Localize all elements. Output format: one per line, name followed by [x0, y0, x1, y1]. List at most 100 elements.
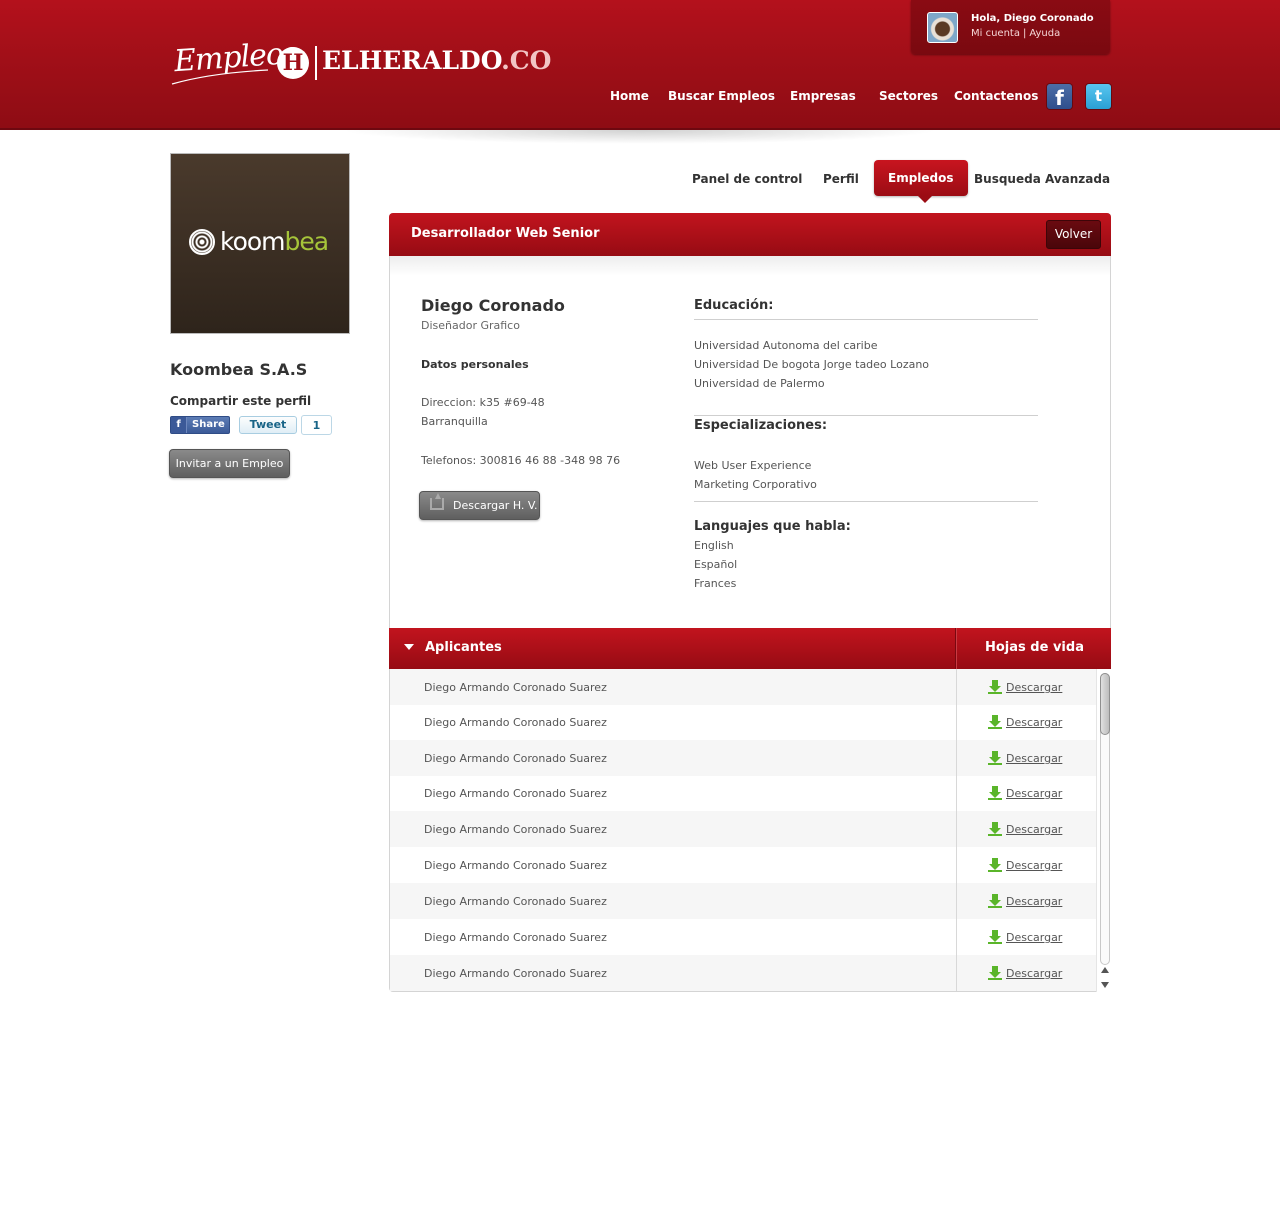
job-panel: Desarrollador Web Senior Volver Diego Co…	[389, 213, 1111, 992]
facebook-icon[interactable]: f	[1047, 84, 1072, 110]
logo-name-main: ELHERALDO	[322, 46, 502, 75]
table-row: Diego Armando Coronado Suarez Descargar	[390, 704, 1096, 740]
candidate-role: Diseñador Grafico	[421, 319, 520, 332]
panel-header-shadow	[390, 256, 1110, 276]
table-row: Diego Armando Coronado Suarez Descargar	[390, 669, 1096, 705]
column-divider	[956, 811, 957, 847]
site-header: Empleos H ELHERALDO.CO Hola, Diego Coron…	[0, 0, 1280, 130]
download-cv-label: Descargar H. V.	[453, 499, 538, 512]
download-bar	[988, 978, 1002, 980]
applicants-list: Diego Armando Coronado Suarez Descargar …	[390, 669, 1096, 992]
candidate-phones: Telefonos: 300816 46 88 -348 98 76	[421, 454, 621, 467]
applicant-name: Diego Armando Coronado Suarez	[424, 823, 607, 836]
candidate-name: Diego Coronado	[421, 296, 565, 315]
column-divider	[956, 740, 957, 776]
download-bar	[988, 906, 1002, 908]
table-row: Diego Armando Coronado Suarez Descargar	[390, 775, 1096, 811]
company-logo: koombea	[170, 153, 350, 334]
applicant-name: Diego Armando Coronado Suarez	[424, 787, 607, 800]
company-name: Koombea S.A.S	[170, 360, 308, 379]
download-label: Descargar	[1006, 931, 1063, 944]
table-row: Diego Armando Coronado Suarez Descargar	[390, 955, 1096, 991]
applicant-name: Diego Armando Coronado Suarez	[424, 931, 607, 944]
download-label: Descargar	[1006, 895, 1063, 908]
education-item: Universidad de Palermo	[694, 377, 825, 390]
download-bar	[988, 942, 1002, 944]
education-divider	[694, 319, 1038, 320]
user-links: Mi cuenta | Ayuda	[971, 28, 1060, 39]
logo-h-mark: H	[277, 47, 309, 79]
candidate-city: Barranquilla	[421, 415, 488, 428]
header-shadow	[340, 130, 940, 144]
nav-empresas[interactable]: Empresas	[790, 89, 856, 103]
specialization-item: Marketing Corporativo	[694, 478, 817, 491]
avatar[interactable]	[927, 12, 958, 43]
cv-column-header: Hojas de vida	[985, 640, 1084, 655]
education-item: Universidad Autonoma del caribe	[694, 339, 878, 352]
user-panel: Hola, Diego Coronado Mi cuenta | Ayuda	[911, 0, 1110, 54]
applicants-column-header[interactable]: Aplicantes	[425, 640, 502, 655]
user-greeting: Hola, Diego Coronado	[971, 13, 1094, 24]
column-divider	[956, 955, 957, 991]
tweet-button[interactable]: Tweet	[239, 416, 297, 434]
upload-tray-icon	[430, 493, 444, 510]
language-item: Español	[694, 558, 738, 571]
column-divider	[956, 775, 957, 811]
nav-buscar-empleos[interactable]: Buscar Empleos	[668, 89, 775, 103]
collapse-arrow-icon[interactable]	[404, 644, 414, 650]
scroll-up-arrow-icon[interactable]	[1101, 967, 1109, 973]
table-row: Diego Armando Coronado Suarez Descargar	[390, 919, 1096, 955]
nav-sectores[interactable]: Sectores	[879, 89, 938, 103]
twitter-icon[interactable]: t	[1086, 84, 1111, 109]
nav-home[interactable]: Home	[610, 89, 649, 103]
applicant-name: Diego Armando Coronado Suarez	[424, 716, 607, 729]
tweet-label: Tweet	[249, 418, 287, 431]
applicants-scrollbar[interactable]	[1096, 669, 1111, 992]
company-logo-wordmark: koombea	[220, 227, 330, 256]
tweet-count: 1	[301, 415, 332, 435]
applicant-name: Diego Armando Coronado Suarez	[424, 752, 607, 765]
download-label: Descargar	[1006, 967, 1063, 980]
koombea-ring-icon	[189, 229, 215, 255]
download-bar	[988, 798, 1002, 800]
back-button[interactable]: Volver	[1046, 220, 1101, 249]
download-bar	[988, 692, 1002, 694]
logo-name: ELHERALDO.CO	[322, 46, 551, 75]
column-divider	[956, 847, 957, 883]
tab-perfil[interactable]: Perfil	[823, 172, 859, 186]
tab-panel-de-control[interactable]: Panel de control	[692, 172, 802, 186]
specializations-divider-top	[694, 415, 1038, 416]
download-cv-button[interactable]: Descargar H. V.	[419, 491, 540, 520]
download-label: Descargar	[1006, 823, 1063, 836]
active-tab-pointer	[918, 196, 932, 203]
logo-swoosh-icon	[171, 69, 269, 85]
education-item: Universidad De bogota Jorge tadeo Lozano	[694, 358, 930, 371]
my-account-link[interactable]: Mi cuenta	[971, 28, 1020, 39]
download-label: Descargar	[1006, 716, 1063, 729]
table-row: Diego Armando Coronado Suarez Descargar	[390, 811, 1096, 847]
invite-to-job-button[interactable]: Invitar a un Empleo	[169, 449, 290, 478]
panel-header: Desarrollador Web Senior Volver	[389, 213, 1111, 256]
site-logo[interactable]: Empleos H ELHERALDO.CO	[170, 36, 551, 90]
tab-busqueda-avanzada[interactable]: Busqueda Avanzada	[974, 172, 1110, 186]
tab-empledos[interactable]: Empledos	[874, 160, 968, 196]
user-links-separator: |	[1022, 28, 1027, 39]
facebook-share-button[interactable]: f Share	[170, 416, 230, 434]
help-link[interactable]: Ayuda	[1029, 28, 1060, 39]
applicant-name: Diego Armando Coronado Suarez	[424, 895, 607, 908]
logo-name-tld: .CO	[501, 46, 552, 75]
scroll-thumb[interactable]	[1100, 673, 1110, 735]
company-logo-suffix: bea	[284, 227, 330, 256]
personal-data-heading: Datos personales	[421, 358, 529, 371]
language-item: Frances	[694, 577, 737, 590]
scroll-down-arrow-icon[interactable]	[1101, 982, 1109, 988]
download-label: Descargar	[1006, 752, 1063, 765]
applicant-name: Diego Armando Coronado Suarez	[424, 967, 607, 980]
logo-divider	[315, 46, 317, 80]
column-divider	[956, 669, 957, 705]
download-bar	[988, 727, 1002, 729]
applicants-table-header: Aplicantes Hojas de vida	[389, 628, 1111, 669]
download-label: Descargar	[1006, 859, 1063, 872]
nav-contactenos[interactable]: Contactenos	[954, 89, 1038, 103]
download-bar	[988, 763, 1002, 765]
